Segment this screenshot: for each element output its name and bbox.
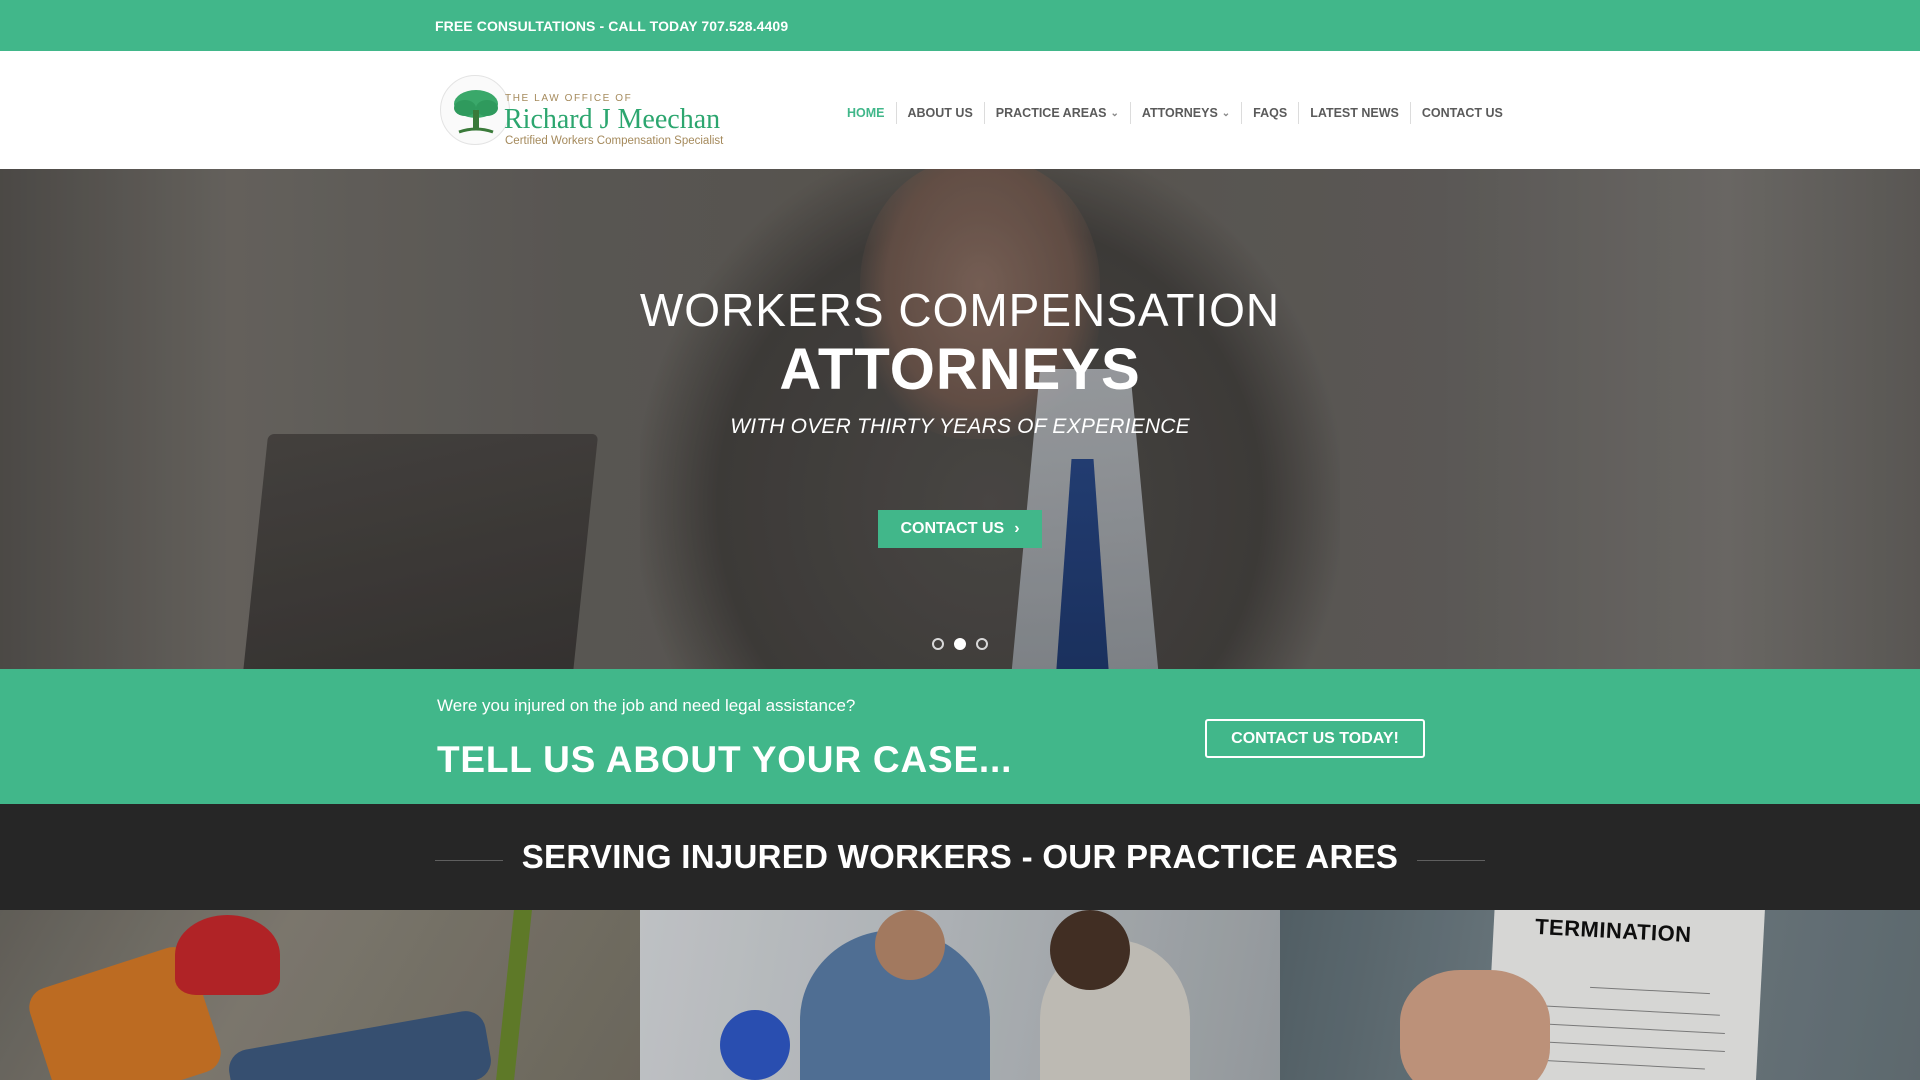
hero-slider: WORKERS COMPENSATION ATTORNEYS WITH OVER… bbox=[0, 169, 1920, 669]
cta-band: Were you injured on the job and need leg… bbox=[0, 669, 1920, 804]
logo-tagline-top: THE LAW OFFICE OF bbox=[505, 93, 633, 104]
card-overlay bbox=[640, 910, 1280, 1080]
nav-item-latest-news[interactable]: LATEST NEWS bbox=[1298, 102, 1410, 124]
nav-label: CONTACT US bbox=[1421, 106, 1503, 120]
practice-card-consultation[interactable] bbox=[640, 910, 1280, 1080]
logo-firm-name: Richard J Meechan bbox=[504, 104, 721, 135]
card-overlay bbox=[1280, 910, 1920, 1080]
nav-label: LATEST NEWS bbox=[1310, 106, 1399, 120]
nav-item-home[interactable]: HOME bbox=[836, 102, 896, 124]
hero-title-line1: WORKERS COMPENSATION bbox=[639, 284, 1281, 336]
slider-dot-1[interactable] bbox=[932, 638, 944, 650]
cta-question: Were you injured on the job and need leg… bbox=[437, 696, 856, 715]
cta-heading: TELL US ABOUT YOUR CASE... bbox=[437, 739, 1013, 780]
nav-label: HOME bbox=[847, 106, 885, 120]
hero-contact-label: CONTACT US bbox=[900, 520, 1005, 537]
practice-card-termination[interactable]: TERMINATION bbox=[1280, 910, 1920, 1080]
nav-item-about-us[interactable]: ABOUT US bbox=[895, 102, 984, 124]
chevron-down-icon: ⌄ bbox=[1110, 107, 1119, 119]
hero-title-line2: ATTORNEYS bbox=[779, 337, 1141, 402]
consultation-phone-text[interactable]: FREE CONSULTATIONS - CALL TODAY 707.528.… bbox=[435, 18, 788, 34]
chevron-right-icon: › bbox=[1014, 520, 1020, 537]
site-logo[interactable]: THE LAW OFFICE OF Richard J Meechan Cert… bbox=[440, 73, 750, 151]
practice-areas-title: SERVING INJURED WORKERS - OUR PRACTICE A… bbox=[521, 838, 1399, 875]
hero-contact-button[interactable]: CONTACT US › bbox=[878, 510, 1042, 548]
nav-label: ATTORNEYS bbox=[1141, 106, 1218, 120]
tree-icon bbox=[440, 75, 510, 145]
slider-dot-2[interactable] bbox=[954, 638, 966, 650]
practice-area-cards: TERMINATION bbox=[0, 910, 1920, 1080]
nav-label: ABOUT US bbox=[907, 106, 973, 120]
top-bar: FREE CONSULTATIONS - CALL TODAY 707.528.… bbox=[0, 0, 1920, 51]
main-nav: HOME ABOUT US PRACTICE AREAS ⌄ ATTORNEYS ⌄… bbox=[836, 98, 1514, 128]
hero-subtitle: WITH OVER THIRTY YEARS OF EXPERIENCE bbox=[730, 415, 1190, 438]
nav-item-faqs[interactable]: FAQS bbox=[1241, 102, 1298, 124]
practice-card-workplace-injury[interactable] bbox=[0, 910, 640, 1080]
nav-label: FAQS bbox=[1253, 106, 1288, 120]
nav-item-contact-us[interactable]: CONTACT US bbox=[1409, 102, 1514, 124]
nav-label: PRACTICE AREAS bbox=[995, 106, 1107, 120]
slider-dots bbox=[932, 638, 988, 650]
chevron-down-icon: ⌄ bbox=[1221, 107, 1231, 119]
slider-dot-3[interactable] bbox=[976, 638, 988, 650]
card-overlay bbox=[0, 910, 640, 1080]
nav-item-attorneys[interactable]: ATTORNEYS ⌄ bbox=[1129, 102, 1241, 124]
logo-tagline-bottom: Certified Workers Compensation Specialis… bbox=[505, 135, 724, 147]
contact-us-today-button[interactable]: CONTACT US TODAY! bbox=[1205, 719, 1425, 758]
practice-areas-header: SERVING INJURED WORKERS - OUR PRACTICE A… bbox=[0, 804, 1920, 910]
nav-item-practice-areas[interactable]: PRACTICE AREAS ⌄ bbox=[983, 102, 1130, 124]
